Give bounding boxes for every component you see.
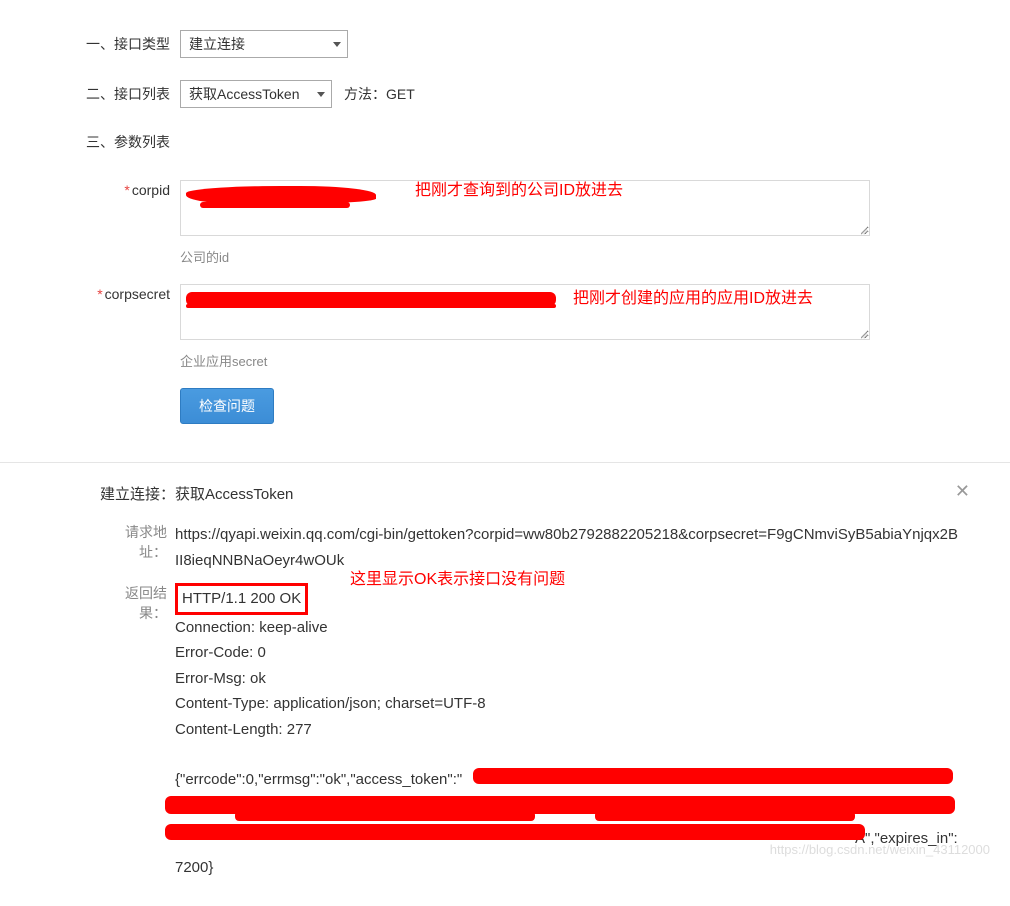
redaction-scribble [595,811,855,821]
line-content-type: Content-Type: application/json; charset=… [175,691,960,717]
row-return: 返回结果： HTTP/1.1 200 OK Connection: keep-a… [100,583,960,866]
redaction-scribble [200,202,350,208]
hint-corpsecret: 企业应用secret [180,351,870,370]
return-content: HTTP/1.1 200 OK Connection: keep-alive E… [175,583,960,866]
annotation-ok: 这里显示OK表示接口没有问题 [350,565,565,589]
row-params-header: 三、参数列表 [75,130,935,152]
method-text: 方法：GET [344,84,415,104]
annotation-corpid: 把刚才查询到的公司ID放进去 [415,176,623,200]
check-button[interactable]: 检查问题 [180,388,274,424]
hint-corpid: 公司的id [180,247,870,266]
label-corpsecret: *corpsecret [75,284,180,302]
redaction-scribble [165,824,865,840]
row-interface-list: 二、接口列表 获取AccessToken 方法：GET [75,80,935,108]
label-params: 三、参数列表 [75,130,180,152]
line-connection: Connection: keep-alive [175,615,960,641]
redaction-scribble [186,304,556,308]
watermark: https://blog.csdn.net/weixin_43112000 [770,842,990,857]
redaction-scribble [473,768,953,784]
line-content-length: Content-Length: 277 [175,717,960,743]
select-interface-list[interactable]: 获取AccessToken [180,80,332,108]
line-errcode: Error-Code: 0 [175,640,960,666]
row-submit: 检查问题 [75,388,935,424]
result-area: ✕ 建立连接：获取AccessToken 请求地址： https://qyapi… [0,463,1010,906]
select-interface-type[interactable]: 建立连接 [180,30,348,58]
line-errmsg: Error-Msg: ok [175,666,960,692]
label-interface-list: 二、接口列表 [75,84,180,104]
label-interface-type: 一、接口类型 [75,34,180,54]
label-request-url: 请求地址： [100,522,175,562]
required-mark: * [124,182,129,198]
close-icon[interactable]: ✕ [955,481,970,502]
row-interface-type: 一、接口类型 建立连接 [75,30,935,58]
form-area: 一、接口类型 建立连接 二、接口列表 获取AccessToken 方法：GET … [0,0,1010,462]
label-corpid: *corpid [75,180,180,198]
redaction-scribble [235,811,535,821]
http-status-box: HTTP/1.1 200 OK [175,583,308,615]
request-url: https://qyapi.weixin.qq.com/cgi-bin/gett… [175,522,960,573]
required-mark: * [97,286,102,302]
result-title: 建立连接：获取AccessToken [100,483,960,504]
label-return: 返回结果： [100,583,175,623]
annotation-corpsecret: 把刚才创建的应用的应用ID放进去 [573,284,813,308]
